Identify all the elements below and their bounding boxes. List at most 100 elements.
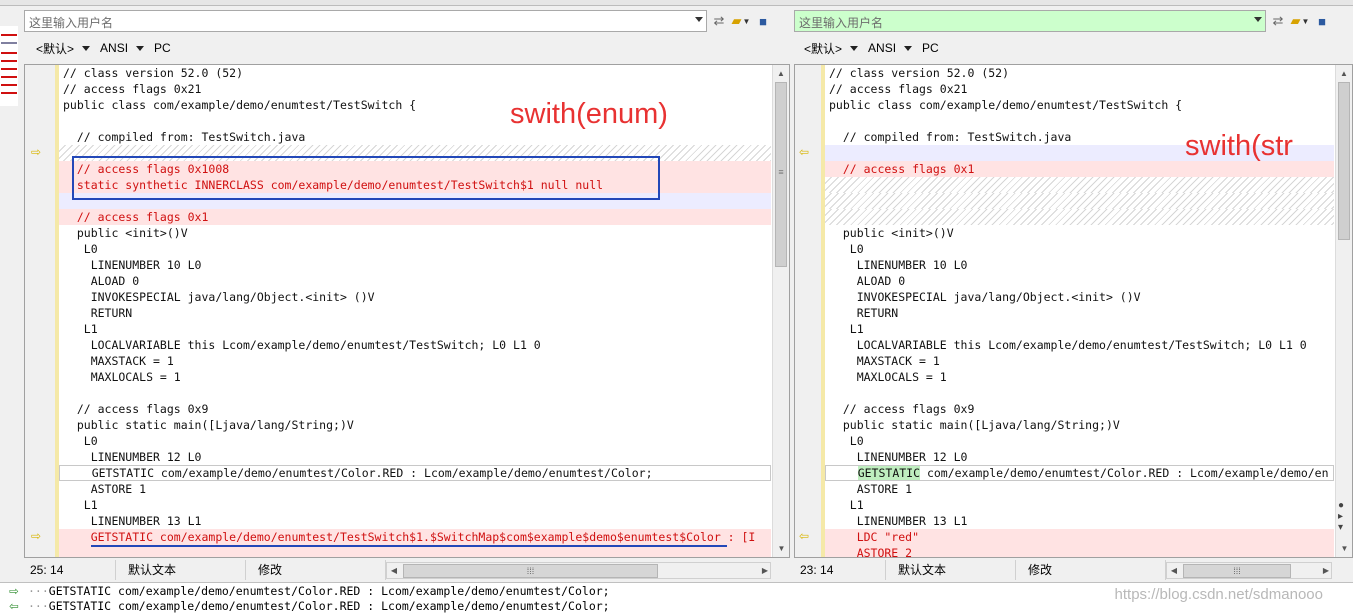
h-scroll-thumb[interactable]: ⁞⁞⁞ [1183, 563, 1291, 578]
left-charset-select[interactable]: ANSI [100, 41, 145, 55]
scroll-down-icon[interactable]: ▼ [1336, 540, 1352, 557]
platform-value: PC [922, 41, 939, 55]
right-horizontal-scrollbar[interactable]: ◀ ⁞⁞⁞ ▶ [1166, 561, 1332, 579]
left-overview-gutter [0, 6, 24, 586]
code-line[interactable]: L0 [825, 433, 1334, 449]
save-icon[interactable]: ■ [753, 11, 773, 31]
right-charset-select[interactable]: ANSI [868, 41, 913, 55]
right-vertical-scrollbar[interactable]: ▲ ▼ [1335, 65, 1352, 557]
swap-icon[interactable]: ⇄ [1268, 11, 1288, 31]
right-path-input[interactable]: 这里输入用户名 [794, 10, 1266, 32]
left-encoding-bar: <默认> ANSI PC [24, 38, 171, 58]
right-lineend-select[interactable]: <默认> [804, 40, 859, 57]
code-line[interactable]: // compiled from: TestSwitch.java [59, 129, 771, 145]
code-line[interactable] [825, 113, 1334, 129]
right-text-mode: 默认文本 [886, 560, 1016, 580]
code-line[interactable]: public static main([Ljava/lang/String;)V [825, 417, 1334, 433]
left-horizontal-scrollbar[interactable]: ◀ ⁞⁞⁞ ▶ [386, 561, 771, 579]
code-line[interactable]: public static main([Ljava/lang/String;)V [59, 417, 771, 433]
code-line[interactable]: // class version 52.0 (52) [825, 65, 1334, 81]
code-line[interactable]: public class com/example/demo/enumtest/T… [825, 97, 1334, 113]
code-line[interactable]: INVOKESPECIAL java/lang/Object.<init> ()… [825, 289, 1334, 305]
code-line[interactable]: // access flags 0x9 [825, 401, 1334, 417]
code-line[interactable]: GETSTATIC com/example/demo/enumtest/Colo… [825, 465, 1334, 481]
scroll-up-icon[interactable]: ▲ [1336, 65, 1352, 82]
chevron-down-icon [850, 45, 859, 51]
left-path-input[interactable]: 这里输入用户名 [24, 10, 707, 32]
code-line[interactable] [59, 385, 771, 401]
code-line[interactable]: ASTORE 1 [59, 481, 771, 497]
right-platform-select[interactable]: PC [922, 41, 939, 55]
left-vertical-scrollbar[interactable]: ▲ ≡ ▼ [772, 65, 789, 557]
code-line[interactable]: // class version 52.0 (52) [59, 65, 771, 81]
code-line[interactable]: LINENUMBER 12 L0 [825, 449, 1334, 465]
code-line[interactable]: ALOAD 0 [59, 273, 771, 289]
left-lineend-select[interactable]: <默认> [36, 40, 91, 57]
code-line[interactable]: LDC "red" [825, 529, 1334, 545]
scroll-left-icon[interactable]: ◀ [387, 566, 401, 575]
code-line[interactable]: LINENUMBER 10 L0 [59, 257, 771, 273]
left-platform-select[interactable]: PC [154, 41, 171, 55]
code-line[interactable]: MAXLOCALS = 1 [59, 369, 771, 385]
diff-minimap[interactable] [0, 26, 18, 106]
code-line[interactable] [825, 177, 1334, 193]
code-line[interactable]: // access flags 0x21 [825, 81, 1334, 97]
save-icon[interactable]: ■ [1312, 11, 1332, 31]
code-line[interactable]: MAXLOCALS = 1 [825, 369, 1334, 385]
code-line[interactable]: // access flags 0x1 [825, 161, 1334, 177]
code-line[interactable] [825, 385, 1334, 401]
h-scroll-thumb[interactable]: ⁞⁞⁞ [403, 563, 658, 578]
code-line[interactable] [825, 209, 1334, 225]
chevron-down-icon[interactable] [695, 17, 703, 22]
scroll-up-icon[interactable]: ▲ [773, 65, 789, 82]
open-folder-icon[interactable]: ▰ ▼ [731, 11, 751, 31]
code-line[interactable]: ALOAD 0 [825, 273, 1334, 289]
code-line[interactable]: L0 [59, 433, 771, 449]
code-line[interactable]: ASTORE 2 [825, 545, 1334, 557]
code-line[interactable]: GETSTATIC com/example/demo/enumtest/Test… [59, 529, 771, 545]
code-line[interactable]: // access flags 0x9 [59, 401, 771, 417]
left-code-view[interactable]: ⇨ ⇨ // class version 52.0 (52)// access … [24, 64, 790, 558]
code-line[interactable]: MAXSTACK = 1 [825, 353, 1334, 369]
copy-right-arrow-icon[interactable]: ⇨ [31, 145, 41, 159]
code-line[interactable]: LINENUMBER 10 L0 [825, 257, 1334, 273]
right-encoding-bar: <默认> ANSI PC [794, 38, 939, 58]
code-line[interactable]: L1 [59, 497, 771, 513]
code-line[interactable]: public <init>()V [825, 225, 1334, 241]
code-line[interactable]: L0 [59, 241, 771, 257]
code-line[interactable]: GETSTATIC com/example/demo/enumtest/Colo… [59, 465, 771, 481]
code-line[interactable]: L1 [825, 497, 1334, 513]
code-line[interactable]: public <init>()V [59, 225, 771, 241]
code-line[interactable]: RETURN [825, 305, 1334, 321]
scroll-thumb[interactable] [1338, 82, 1350, 240]
swap-icon[interactable]: ⇄ [709, 11, 729, 31]
charset-value: ANSI [868, 41, 897, 55]
code-line[interactable]: LINENUMBER 12 L0 [59, 449, 771, 465]
code-line[interactable]: ASTORE 1 [825, 481, 1334, 497]
copy-left-arrow-icon[interactable]: ⇦ [799, 145, 809, 159]
code-line[interactable]: // access flags 0x1 [59, 209, 771, 225]
code-line[interactable]: LINENUMBER 13 L1 [825, 513, 1334, 529]
code-line[interactable]: LOCALVARIABLE this Lcom/example/demo/enu… [825, 337, 1334, 353]
scroll-down-icon[interactable]: ▼ [773, 540, 789, 557]
chevron-down-icon[interactable] [1254, 17, 1262, 22]
scroll-right-icon[interactable]: ▶ [1323, 566, 1329, 575]
open-folder-icon[interactable]: ▰ ▼ [1290, 11, 1310, 31]
scroll-left-icon[interactable]: ◀ [1167, 566, 1181, 575]
code-line[interactable]: INVOKESPECIAL java/lang/Object.<init> ()… [59, 289, 771, 305]
code-line[interactable]: LOCALVARIABLE this Lcom/example/demo/enu… [59, 337, 771, 353]
copy-right-arrow-icon[interactable]: ⇨ [31, 529, 41, 543]
platform-value: PC [154, 41, 171, 55]
code-line[interactable]: MAXSTACK = 1 [59, 353, 771, 369]
left-modified-state: 修改 [246, 560, 386, 580]
code-line[interactable]: LINENUMBER 13 L1 [59, 513, 771, 529]
lineend-value: <默认> [36, 41, 75, 56]
code-line[interactable]: // access flags 0x21 [59, 81, 771, 97]
copy-left-arrow-icon[interactable]: ⇦ [799, 529, 809, 543]
code-line[interactable] [825, 193, 1334, 209]
code-line[interactable]: L1 [825, 321, 1334, 337]
code-line[interactable]: L0 [825, 241, 1334, 257]
scroll-right-icon[interactable]: ▶ [762, 566, 768, 575]
code-line[interactable]: RETURN [59, 305, 771, 321]
code-line[interactable]: L1 [59, 321, 771, 337]
